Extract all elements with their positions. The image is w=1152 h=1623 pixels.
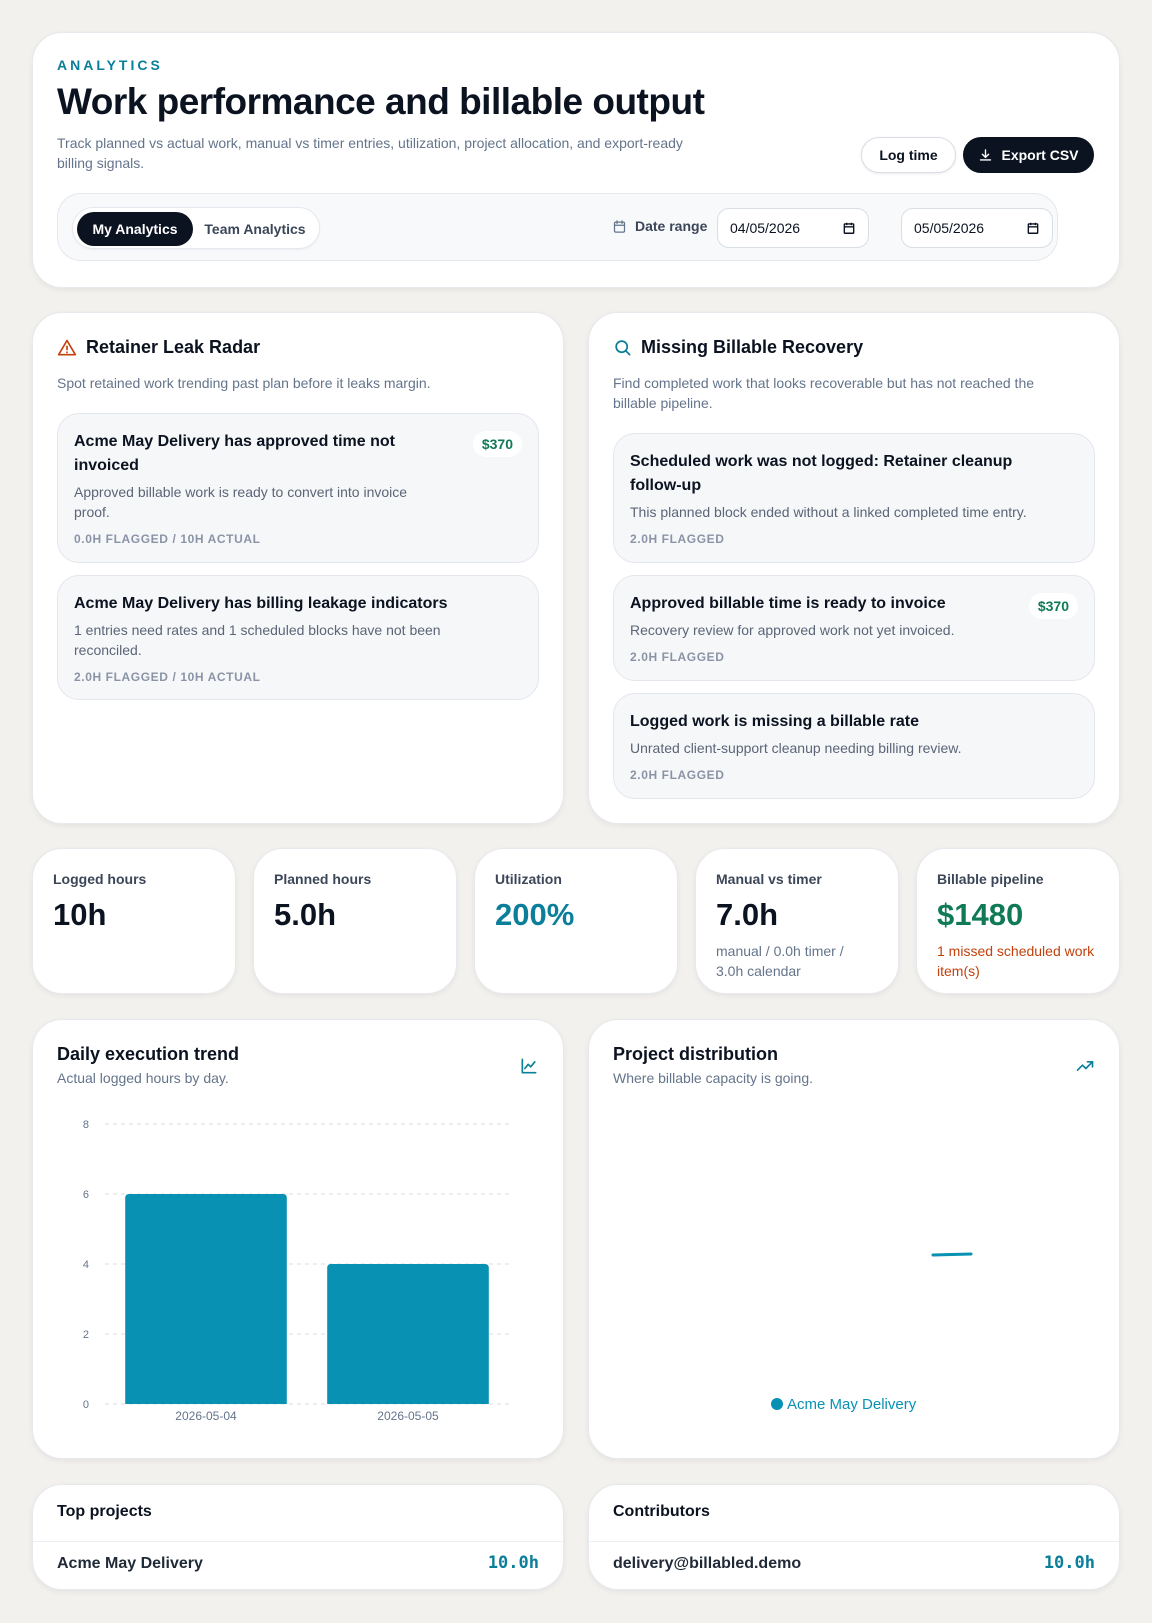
item-meta: 2.0H FLAGGED <box>630 532 725 546</box>
kpi-value: $1480 <box>937 897 1024 932</box>
tab-my-analytics[interactable]: My Analytics <box>77 212 193 246</box>
page-subtitle: Track planned vs actual work, manual vs … <box>57 135 683 171</box>
legend-label: Acme May Delivery <box>787 1396 917 1413</box>
contributor-hours: 10.0h <box>1043 1553 1095 1573</box>
daily-trend-card: Daily execution trend Actual logged hour… <box>32 1019 564 1459</box>
analytics-scope-toggle: My Analytics Team Analytics <box>72 207 320 249</box>
item-title: Logged work is missing a billable rate <box>630 713 919 730</box>
list-title: Top projects <box>57 1503 152 1520</box>
kpi-card-logged-hours: Logged hours 10h <box>32 848 236 994</box>
download-icon <box>978 148 993 163</box>
eyebrow: ANALYTICS <box>57 57 163 73</box>
export-csv-button[interactable]: Export CSV <box>963 137 1094 173</box>
kpi-label: Manual vs timer <box>716 871 822 887</box>
calendar-picker-icon[interactable] <box>842 221 856 235</box>
recovery-subtitle: Find completed work that looks recoverab… <box>613 375 1035 411</box>
kpi-card-utilization: Utilization 200% <box>474 848 678 994</box>
divider <box>33 1541 563 1542</box>
item-description: Recovery review for approved work not ye… <box>630 622 955 638</box>
retainer-leak-radar-card: Retainer Leak Radar Spot retained work t… <box>32 312 564 824</box>
kpi-label: Planned hours <box>274 871 372 887</box>
kpi-value: 200% <box>495 897 575 932</box>
kpi-label: Utilization <box>495 871 562 887</box>
item-description: Unrated client-support cleanup needing b… <box>630 740 962 756</box>
kpi-value: 5.0h <box>274 897 337 932</box>
date-to-input[interactable]: 05/05/2026 <box>901 208 1053 248</box>
retainer-title-text: Retainer Leak Radar <box>86 337 261 357</box>
contributors-card: Contributors delivery@billabled.demo 10.… <box>588 1484 1120 1590</box>
amount-badge: $370 <box>472 431 522 457</box>
recovery-item[interactable]: Logged work is missing a billable rate U… <box>613 693 1095 799</box>
contributor-email[interactable]: delivery@billabled.demo <box>613 1555 801 1573</box>
date-range-text: Date range <box>635 218 708 234</box>
header-card: ANALYTICS Work performance and billable … <box>32 32 1120 288</box>
kpi-label: Billable pipeline <box>937 871 1044 887</box>
project-hours: 10.0h <box>487 1553 539 1573</box>
date-to-value: 05/05/2026 <box>914 220 985 236</box>
retainer-item[interactable]: Acme May Delivery has approved time not … <box>57 413 539 563</box>
log-time-label: Log time <box>879 147 938 163</box>
item-description: Approved billable work is ready to conve… <box>74 484 408 520</box>
item-title: Scheduled work was not logged: Retainer … <box>630 453 1013 494</box>
legend-swatch <box>771 1398 783 1410</box>
y-tick-label: 2 <box>83 1329 89 1341</box>
recovery-title: Missing Billable Recovery <box>613 337 863 358</box>
calendar-icon <box>612 219 627 234</box>
missing-billable-recovery-card: Missing Billable Recovery Find completed… <box>588 312 1120 824</box>
search-icon <box>613 338 632 357</box>
retainer-title: Retainer Leak Radar <box>57 337 260 358</box>
date-range-label: Date range <box>612 218 707 234</box>
kpi-value: 10h <box>53 897 107 932</box>
x-tick-label: 2026-05-04 <box>175 1409 237 1423</box>
kpi-card-billable-pipeline: Billable pipeline $1480 1 missed schedul… <box>916 848 1120 994</box>
amount-badge: $370 <box>1028 593 1078 619</box>
kpi-card-planned-hours: Planned hours 5.0h <box>253 848 457 994</box>
x-tick-label: 2026-05-05 <box>377 1409 439 1423</box>
pie-chart: Acme May Delivery <box>771 1252 973 1413</box>
tab-team-analytics[interactable]: Team Analytics <box>197 212 313 246</box>
top-projects-card: Top projects Acme May Delivery 10.0h <box>32 1484 564 1590</box>
retainer-subtitle: Spot retained work trending past plan be… <box>57 375 431 391</box>
item-meta: 0.0H FLAGGED / 10H ACTUAL <box>74 532 261 546</box>
log-time-button[interactable]: Log time <box>861 137 956 173</box>
bar <box>125 1194 287 1404</box>
project-name[interactable]: Acme May Delivery <box>57 1555 203 1573</box>
recovery-title-text: Missing Billable Recovery <box>641 337 864 357</box>
kpi-value: 7.0h <box>716 897 779 932</box>
recovery-item[interactable]: Scheduled work was not logged: Retainer … <box>613 433 1095 563</box>
kpi-note: manual / 0.0h timer / 3.0h calendar <box>716 943 844 979</box>
kpi-card-manual-vs-timer: Manual vs timer 7.0h manual / 0.0h timer… <box>695 848 899 994</box>
y-tick-label: 6 <box>83 1189 89 1201</box>
y-tick-label: 0 <box>83 1399 89 1411</box>
item-description: 1 entries need rates and 1 scheduled blo… <box>74 622 441 658</box>
kpi-note: 1 missed scheduled work item(s) <box>937 943 1095 979</box>
y-tick-label: 4 <box>83 1259 89 1271</box>
bar <box>327 1264 489 1404</box>
kpi-label: Logged hours <box>53 871 147 887</box>
list-title: Contributors <box>613 1503 710 1520</box>
item-description: This planned block ended without a linke… <box>630 504 1027 520</box>
divider <box>589 1541 1119 1542</box>
item-meta: 2.0H FLAGGED <box>630 768 725 782</box>
bar-chart: 0 2 4 6 8 2026-05-04 2026-05-05 <box>83 1119 509 1423</box>
page-title: Work performance and billable output <box>57 81 705 122</box>
item-title: Acme May Delivery has billing leakage in… <box>74 595 448 612</box>
item-title: Approved billable time is ready to invoi… <box>630 595 946 612</box>
filter-bar: My Analytics Team Analytics Date range 0… <box>57 193 1058 261</box>
item-title: Acme May Delivery has approved time not … <box>74 433 395 474</box>
warning-icon <box>57 338 77 358</box>
export-csv-label: Export CSV <box>1001 147 1079 163</box>
retainer-item[interactable]: Acme May Delivery has billing leakage in… <box>57 575 539 700</box>
project-distribution-card: Project distribution Where billable capa… <box>588 1019 1120 1459</box>
item-meta: 2.0H FLAGGED <box>630 650 725 664</box>
calendar-picker-icon[interactable] <box>1026 221 1040 235</box>
date-from-value: 04/05/2026 <box>730 220 801 236</box>
pie-slice <box>931 1252 973 1257</box>
y-tick-label: 8 <box>83 1119 89 1131</box>
date-from-input[interactable]: 04/05/2026 <box>717 208 869 248</box>
item-meta: 2.0H FLAGGED / 10H ACTUAL <box>74 670 261 684</box>
recovery-item[interactable]: Approved billable time is ready to invoi… <box>613 575 1095 681</box>
